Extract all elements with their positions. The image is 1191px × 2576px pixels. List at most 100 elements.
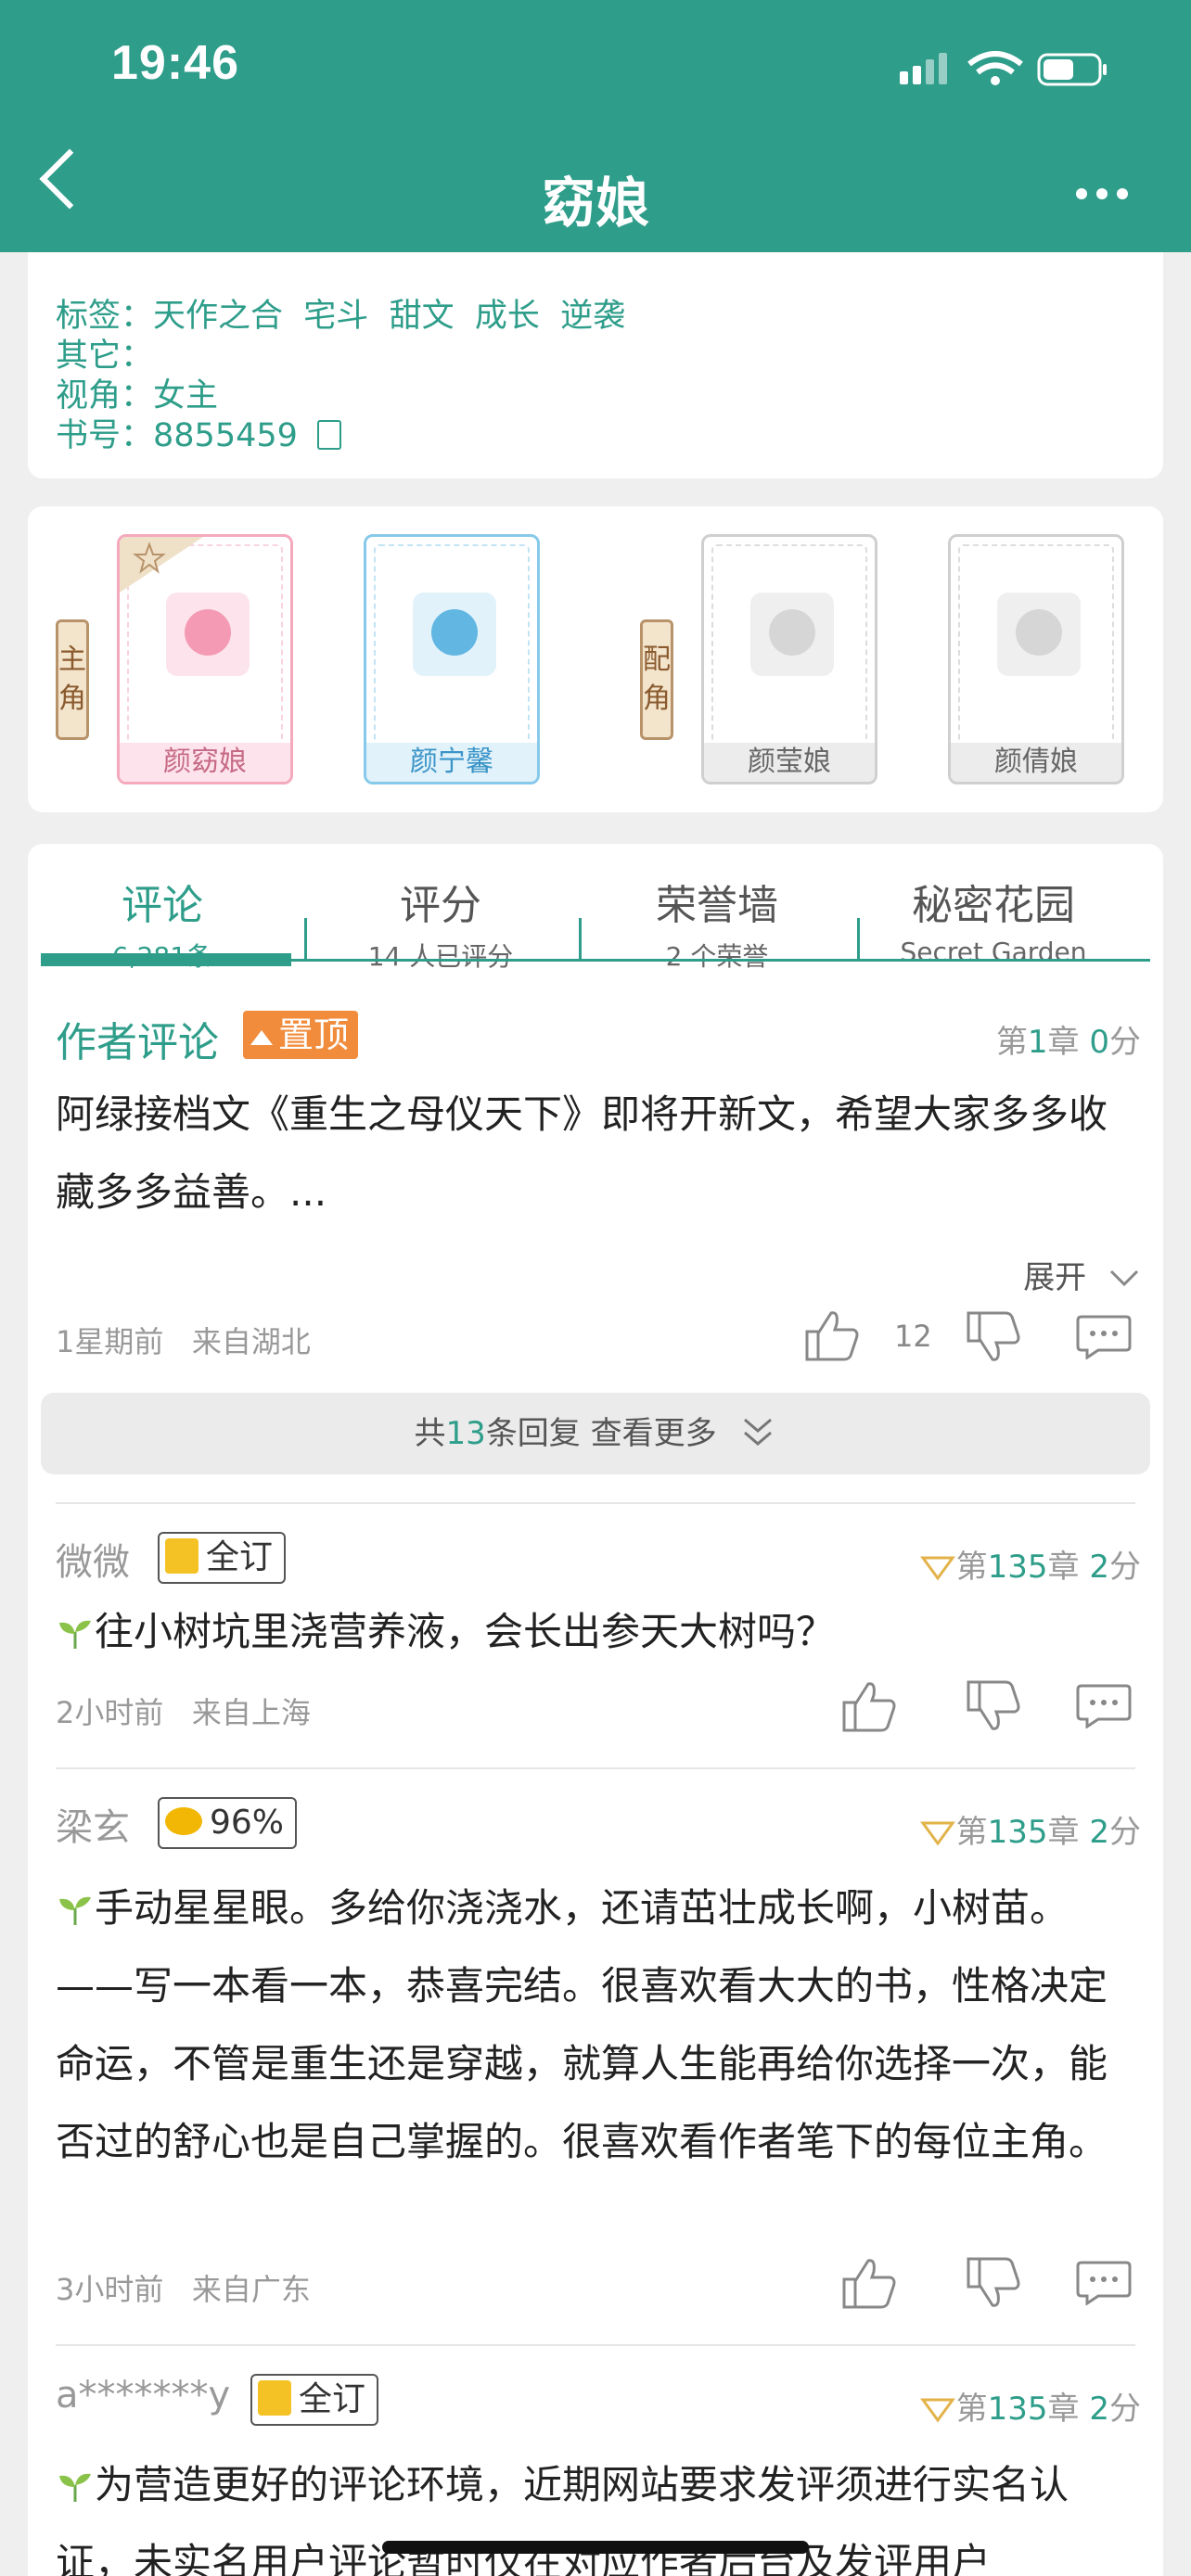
- comment-username[interactable]: a*******y: [56, 2374, 230, 2417]
- comment-time: 2小时前: [56, 1695, 164, 1730]
- dislike-icon[interactable]: [965, 1678, 1022, 1734]
- book-label: 书号：: [56, 417, 154, 454]
- comment-body: 为营造更好的评论环境，近期网站要求发评须进行实名认证，未实名用户评论暂时仅在对应…: [56, 2446, 1122, 2576]
- expand-label: 展开: [1023, 1259, 1087, 1296]
- avatar-head: [185, 609, 231, 656]
- comment-meta: 3小时前 来自广东: [56, 2266, 311, 2309]
- chapter-prefix: 第: [995, 1024, 1028, 1061]
- subscription-badge: 96%: [158, 1797, 298, 1849]
- comment-body: 往小树坑里浇营养液，会长出参天大树吗？: [56, 1604, 1122, 1660]
- comment-time: 3小时前: [56, 2272, 164, 2307]
- chapter-suffix: 章: [1047, 1549, 1080, 1586]
- subscription-badge: 全订: [250, 2374, 379, 2426]
- character-card[interactable]: 颜莹娘: [701, 534, 877, 784]
- chapter-number: 1: [1027, 1024, 1048, 1061]
- more-icon[interactable]: [1076, 185, 1137, 203]
- reply-icon[interactable]: [1076, 1682, 1132, 1728]
- reply-icon[interactable]: [1076, 1313, 1132, 1359]
- tab-subtitle: 2 个荣誉: [665, 941, 769, 972]
- diamond-icon: [919, 1556, 955, 1581]
- comment-location: 来自湖北: [191, 1324, 311, 1359]
- like-icon[interactable]: [803, 1307, 861, 1363]
- character-card[interactable]: 颜倩娘: [948, 534, 1124, 784]
- copy-icon[interactable]: [317, 420, 342, 450]
- star-icon: [120, 537, 203, 593]
- like-icon[interactable]: [840, 2255, 898, 2311]
- score: 2: [1089, 2391, 1109, 2428]
- tab-secret-garden[interactable]: 秘密花园 Secret Garden: [859, 872, 1128, 967]
- comment-text: 往小树坑里浇营养液，会长出参天大树吗？: [95, 1609, 836, 1654]
- dislike-icon[interactable]: [965, 2255, 1022, 2311]
- comment-time: 1星期前: [56, 1324, 164, 1359]
- view-more-replies-button[interactable]: 共13条回复 查看更多: [41, 1393, 1150, 1474]
- character-card[interactable]: 颜宁馨: [364, 534, 540, 784]
- avatar-head: [431, 609, 478, 656]
- replies-prefix: 共: [414, 1415, 446, 1452]
- comment-username[interactable]: 梁玄: [56, 1797, 130, 1851]
- replies-count: 13: [445, 1415, 486, 1452]
- header: 19:46 窈娘: [0, 0, 1191, 252]
- avatar-head: [769, 609, 815, 656]
- tag[interactable]: 天作之合: [153, 298, 283, 335]
- comment-chapter-info: 第135章 2分: [919, 1806, 1141, 1852]
- diamond-icon: [919, 1821, 955, 1846]
- status-icons: [900, 51, 1107, 86]
- character-card[interactable]: 颜窈娘: [117, 534, 293, 784]
- author-chapter-info: 第1章 0分: [996, 1016, 1141, 1062]
- tab-divider: [579, 918, 582, 959]
- comment-username[interactable]: 微微: [56, 1532, 130, 1586]
- divider: [56, 2344, 1135, 2346]
- badge-label: 全订: [299, 2380, 366, 2418]
- author-comment-body: 阿绿接档文《重生之母仪天下》即将开新文，希望大家多多收藏多多益善。...: [56, 1091, 1108, 1215]
- tab-title: 秘密花园: [912, 882, 1075, 929]
- pin-label: 置顶: [278, 1014, 350, 1055]
- chapter-suffix: 章: [1047, 1024, 1080, 1061]
- subscription-badge: 全订: [158, 1532, 287, 1584]
- chapter-prefix: 第: [955, 1814, 988, 1851]
- chapter-prefix: 第: [955, 1549, 988, 1586]
- like-count: 12: [894, 1319, 932, 1354]
- score-suffix: 分: [1109, 1814, 1141, 1851]
- tag[interactable]: 宅斗: [303, 298, 368, 335]
- chapter-number: 135: [987, 1814, 1048, 1851]
- comment-chapter-info: 第135章 2分: [919, 2383, 1141, 2429]
- comment-location: 来自上海: [191, 1695, 311, 1730]
- like-icon[interactable]: [840, 1678, 898, 1734]
- author-comment-meta: 1星期前 来自湖北: [56, 1319, 311, 1361]
- gold-ingot-icon: [165, 1807, 202, 1835]
- comment-meta: 2小时前 来自上海: [56, 1690, 311, 1732]
- chapter-suffix: 章: [1047, 1814, 1080, 1851]
- tab-subtitle: Secret Garden: [900, 937, 1087, 967]
- tab-title: 评分: [400, 882, 481, 929]
- score-suffix: 分: [1109, 1549, 1141, 1586]
- double-chevron-down-icon: [744, 1418, 773, 1446]
- pin-badge: 置顶: [243, 1011, 359, 1059]
- support-role-tag: 配角: [640, 619, 673, 740]
- reply-icon[interactable]: [1076, 2259, 1132, 2305]
- avatar-head: [1016, 609, 1062, 656]
- comment-location: 来自广东: [191, 2272, 311, 2307]
- pin-up-icon: [250, 1030, 273, 1045]
- bookmark-icon: [165, 1538, 198, 1574]
- divider: [56, 1767, 1135, 1769]
- expand-button[interactable]: 展开: [1023, 1252, 1143, 1297]
- page-title: 窈娘: [541, 172, 649, 235]
- comment-body: 手动星星眼。多给你浇浇水，还请茁壮成长啊，小树苗。——写一本看一本，恭喜完结。很…: [56, 1869, 1122, 2181]
- dislike-icon[interactable]: [965, 1309, 1022, 1365]
- sprout-icon: [59, 2473, 91, 2502]
- main-role-tag: 主角: [56, 619, 89, 740]
- home-indicator[interactable]: [382, 2541, 809, 2554]
- character-name: 颜宁馨: [366, 743, 537, 782]
- score: 2: [1089, 1549, 1109, 1586]
- replies-suffix: 条回复 查看更多: [485, 1415, 717, 1452]
- tag[interactable]: 甜文: [390, 298, 455, 335]
- chapter-number: 135: [987, 2391, 1048, 2428]
- comment-text: 手动星星眼。多给你浇浇水，还请茁壮成长啊，小树苗。——写一本看一本，恭喜完结。很…: [56, 1885, 1108, 2164]
- characters-card: 主角 颜窈娘 颜宁馨 配角 颜莹娘 颜倩娘: [28, 506, 1163, 812]
- book-id-line: 书号：8855459: [56, 409, 342, 456]
- tag[interactable]: 逆袭: [560, 298, 625, 335]
- book-info-card: 标签：天作之合 宅斗 甜文 成长 逆袭 其它： 视角：女主 书号：8855459: [28, 252, 1163, 478]
- tag[interactable]: 成长: [475, 298, 540, 335]
- score: 2: [1089, 1814, 1109, 1851]
- comments-panel: 评论 6,281条 评分 14 人已评分 荣誉墙 2 个荣誉 秘密花园 Secr…: [28, 844, 1163, 2576]
